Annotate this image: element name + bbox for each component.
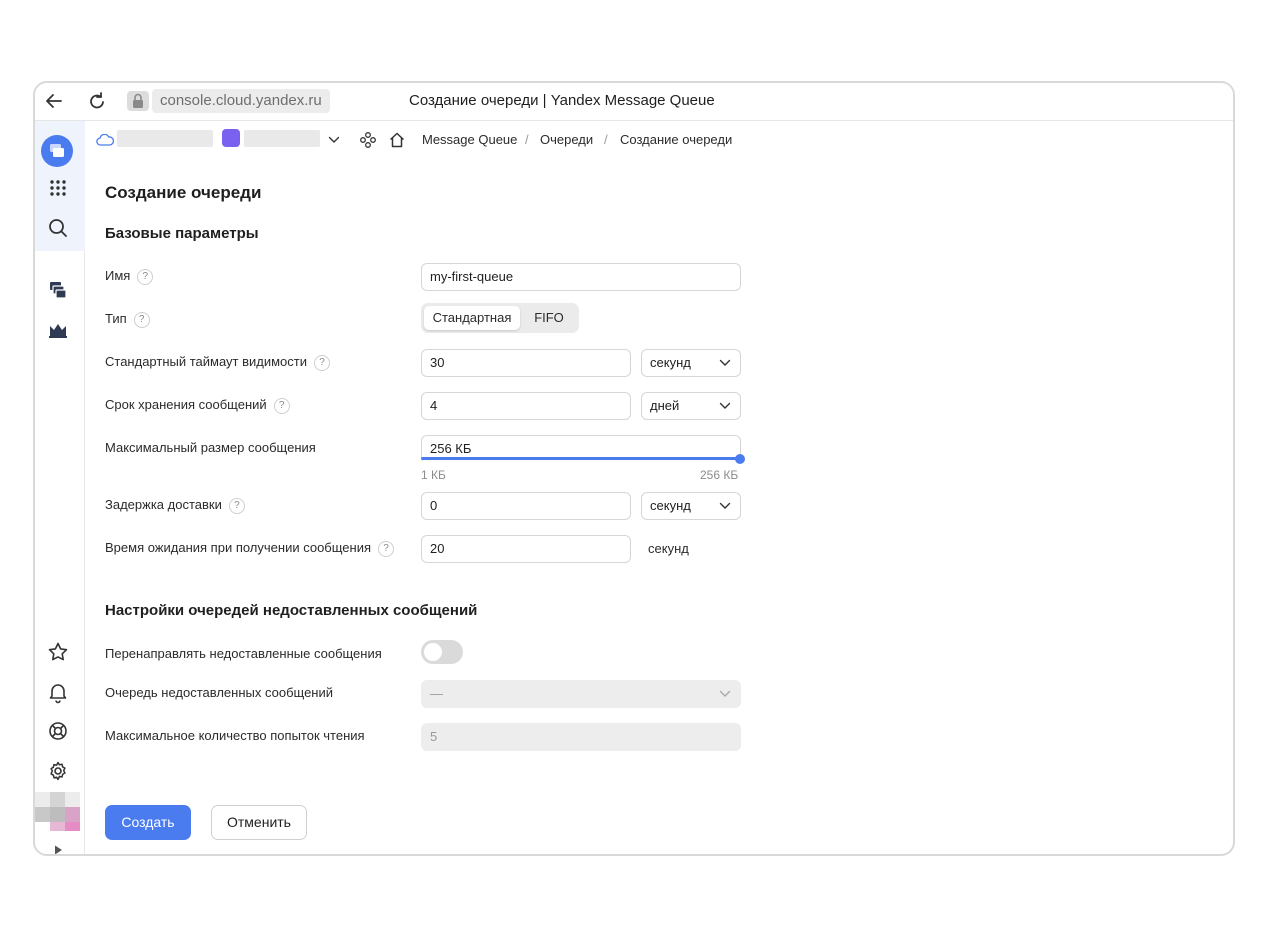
monitoring-icon[interactable]: [46, 318, 70, 342]
expand-sidebar-icon[interactable]: [52, 844, 64, 856]
folder-color-badge: [222, 129, 240, 147]
type-label-text: Тип: [105, 311, 127, 326]
cloud-icon: [96, 134, 114, 146]
type-option-fifo[interactable]: FIFO: [522, 306, 576, 330]
main-content: Message Queue / Очереди / Создание очере…: [86, 121, 1233, 854]
help-icon[interactable]: ?: [137, 269, 154, 285]
receive-wait-unit: секунд: [648, 541, 689, 556]
receive-wait-label-text: Время ожидания при получении сообщения: [105, 540, 372, 555]
help-icon[interactable]: ?: [378, 541, 395, 557]
max-receive-input: 5: [421, 723, 741, 751]
queue-type-switch: Стандартная FIFO: [421, 303, 579, 333]
toggle-knob: [424, 643, 442, 661]
star-icon[interactable]: [46, 640, 70, 664]
retention-unit-select[interactable]: дней: [641, 392, 741, 420]
browser-window: console.cloud.yandex.ru Создание очереди…: [33, 81, 1235, 856]
queues-icon[interactable]: [46, 278, 70, 302]
breadcrumb: Message Queue / Очереди / Создание очере…: [86, 121, 1233, 159]
gear-icon[interactable]: [46, 759, 70, 783]
service-graph-icon[interactable]: [359, 131, 377, 149]
breadcrumb-item-current: Создание очереди: [620, 132, 733, 147]
help-icon[interactable]: ?: [314, 355, 331, 371]
reload-icon[interactable]: [86, 90, 108, 112]
grid-icon[interactable]: [46, 176, 70, 200]
retention-unit-value: дней: [650, 398, 680, 413]
visibility-timeout-label: Стандартный таймаут видимости?: [105, 354, 331, 371]
delivery-delay-unit-select[interactable]: секунд: [641, 492, 741, 520]
breadcrumb-item-queues[interactable]: Очереди: [540, 132, 593, 147]
help-icon[interactable]: ?: [133, 312, 150, 328]
max-size-slider-handle[interactable]: [735, 454, 745, 464]
lock-icon: [127, 91, 149, 111]
back-arrow-icon[interactable]: [43, 90, 65, 112]
delivery-delay-input[interactable]: 0: [421, 492, 631, 520]
max-receive-label: Максимальное количество попыток чтения: [105, 728, 365, 743]
folder-name-redacted: [244, 130, 320, 147]
dlq-select: —: [421, 680, 741, 708]
lifebuoy-icon[interactable]: [46, 719, 70, 743]
max-size-label: Максимальный размер сообщения: [105, 440, 316, 455]
retention-input[interactable]: 4: [421, 392, 631, 420]
section-basic-title: Базовые параметры: [105, 225, 259, 242]
max-size-slider-track[interactable]: [421, 457, 741, 460]
retention-label: Срок хранения сообщений?: [105, 397, 290, 414]
dlq-select-value: —: [430, 686, 443, 701]
section-dlq-title: Настройки очередей недоставленных сообще…: [105, 602, 478, 619]
bell-icon[interactable]: [46, 680, 70, 704]
breadcrumb-separator: /: [525, 132, 529, 147]
sidebar: [35, 121, 85, 856]
chevron-down-icon: [719, 402, 731, 409]
receive-wait-label: Время ожидания при получении сообщения?: [105, 540, 395, 557]
delivery-delay-unit-value: секунд: [650, 498, 691, 513]
page-tab-title: Создание очереди | Yandex Message Queue: [409, 92, 715, 109]
cancel-button[interactable]: Отменить: [211, 805, 307, 840]
message-queue-service-icon[interactable]: [41, 135, 73, 167]
dlq-label: Очередь недоставленных сообщений: [105, 685, 334, 700]
breadcrumb-item-message-queue[interactable]: Message Queue: [422, 132, 517, 147]
search-icon[interactable]: [46, 216, 70, 240]
retention-label-text: Срок хранения сообщений: [105, 397, 267, 412]
browser-toolbar: console.cloud.yandex.ru Создание очереди…: [35, 83, 1233, 121]
visibility-timeout-input[interactable]: 30: [421, 349, 631, 377]
chevron-down-icon: [719, 359, 731, 366]
name-label: Имя?: [105, 268, 154, 285]
max-size-max-label: 256 КБ: [700, 468, 739, 482]
name-label-text: Имя: [105, 268, 131, 283]
address-bar[interactable]: console.cloud.yandex.ru: [152, 89, 330, 113]
delivery-delay-label-text: Задержка доставки: [105, 497, 222, 512]
name-input[interactable]: my-first-queue: [421, 263, 741, 291]
cloud-name-redacted: [117, 130, 213, 147]
delivery-delay-label: Задержка доставки?: [105, 497, 245, 514]
visibility-timeout-label-text: Стандартный таймаут видимости: [105, 354, 308, 369]
help-icon[interactable]: ?: [273, 398, 290, 414]
visibility-timeout-unit-value: секунд: [650, 355, 691, 370]
redirect-toggle[interactable]: [421, 640, 463, 664]
home-icon[interactable]: [388, 131, 406, 149]
visibility-timeout-unit-select[interactable]: секунд: [641, 349, 741, 377]
type-label: Тип?: [105, 311, 150, 328]
help-icon[interactable]: ?: [228, 498, 245, 514]
chevron-down-icon: [719, 502, 731, 509]
chevron-down-icon: [719, 690, 731, 697]
page-title: Создание очереди: [105, 183, 262, 202]
chevron-down-icon[interactable]: [328, 135, 340, 145]
redirect-label: Перенаправлять недоставленные сообщения: [105, 646, 382, 661]
type-option-standard[interactable]: Стандартная: [424, 306, 520, 330]
breadcrumb-separator: /: [604, 132, 608, 147]
max-size-min-label: 1 КБ: [421, 468, 446, 482]
create-button[interactable]: Создать: [105, 805, 191, 840]
receive-wait-input[interactable]: 20: [421, 535, 631, 563]
